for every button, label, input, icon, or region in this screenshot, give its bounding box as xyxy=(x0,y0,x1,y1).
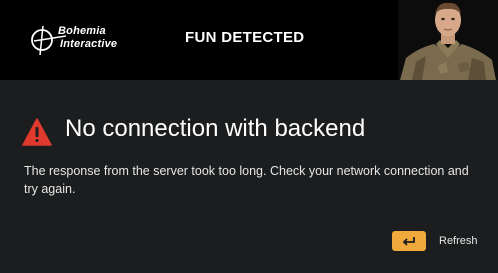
warning-icon xyxy=(22,118,52,146)
banner-title: FUN DETECTED xyxy=(185,29,305,46)
soldier-portrait-icon xyxy=(398,0,498,80)
enter-key-icon xyxy=(392,231,426,251)
dialog-message: The response from the server took too lo… xyxy=(24,164,469,196)
bohemia-logo: Bohemia Interactive xyxy=(30,22,140,58)
logo-line1: Bohemia xyxy=(58,25,106,37)
top-banner: Bohemia Interactive FUN DETECTED xyxy=(0,0,498,80)
refresh-label: Refresh xyxy=(439,235,478,247)
dialog-title: No connection with backend xyxy=(65,115,366,142)
logo-line2: Interactive xyxy=(60,38,118,50)
refresh-button[interactable]: Refresh xyxy=(392,230,482,252)
soldier-portrait xyxy=(398,0,498,80)
error-dialog: No connection with backend The response … xyxy=(0,80,498,273)
